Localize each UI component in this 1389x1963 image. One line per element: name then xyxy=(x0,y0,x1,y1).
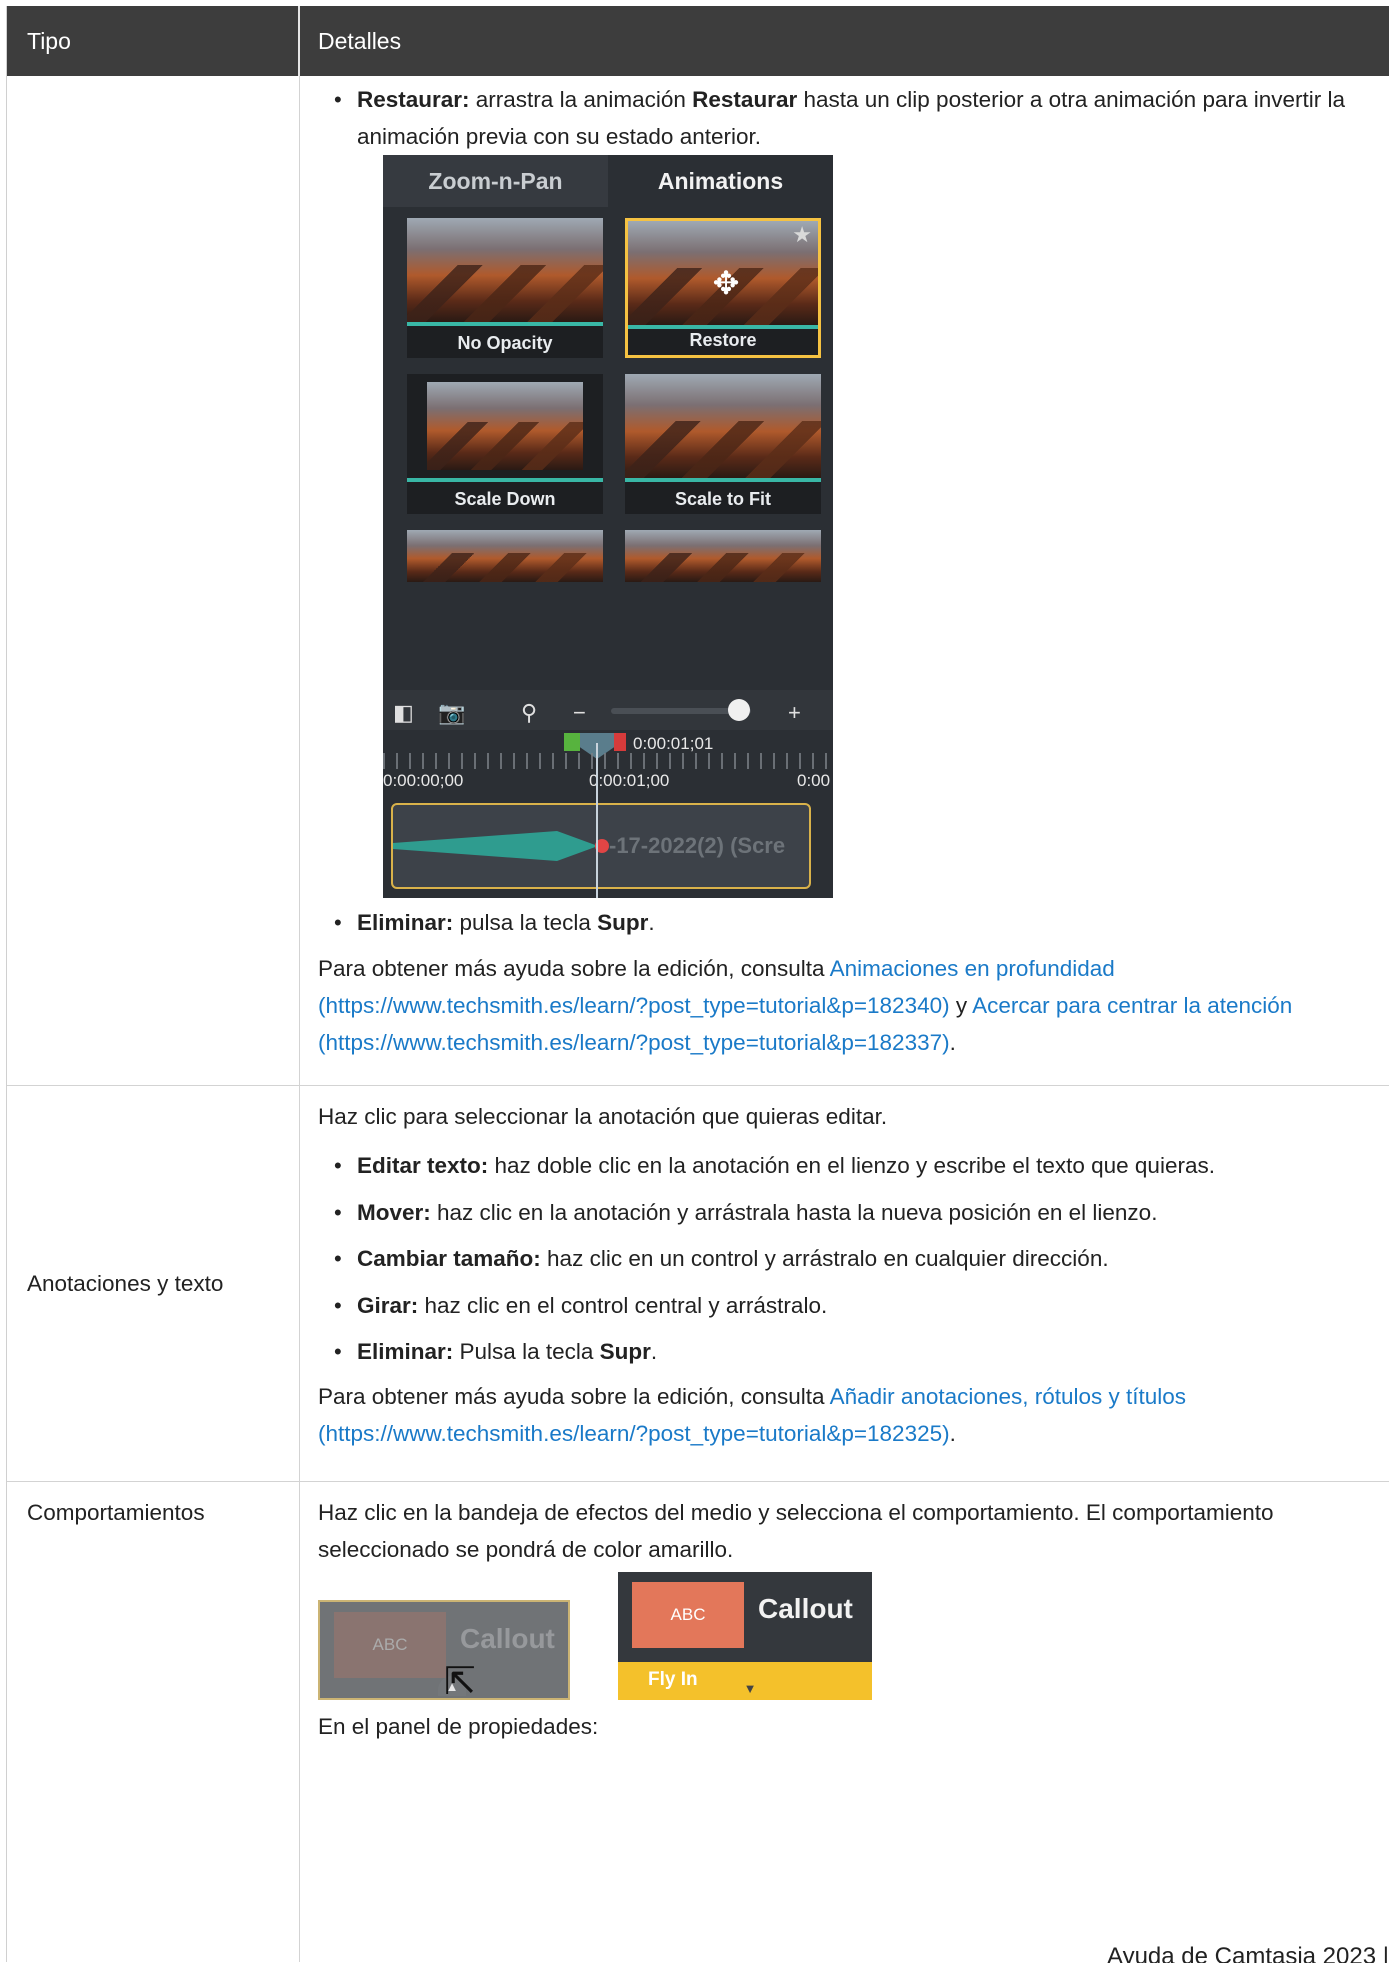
props-text: En el panel de propiedades: xyxy=(318,1714,599,1739)
in-marker xyxy=(564,733,580,751)
list-item: Mover: haz clic en la anotación y arrást… xyxy=(334,1190,1371,1237)
timecode-mid: 0:00:01;00 xyxy=(589,771,670,790)
chevron-down-icon: ▼ xyxy=(743,1681,757,1696)
table-row-behaviors: Comportamientos Haz clic en la bandeja d… xyxy=(7,1482,1389,1962)
list-item: Eliminar: Pulsa la tecla Supr. xyxy=(334,1329,1371,1376)
list-item: Restaurar: arrastra la animación Restaur… xyxy=(334,81,1371,155)
details-cell: Haz clic para seleccionar la anotación q… xyxy=(300,1086,1389,1481)
header-tipo: Tipo xyxy=(7,6,300,76)
thumb-no-opacity: No Opacity xyxy=(407,218,603,358)
zoom-icon: ⚲ xyxy=(521,700,538,725)
callout-images: ABC Callout ▲ ⇱ ABC Callout Fly In ▼ xyxy=(318,1572,1371,1702)
page-footer: Ayuda de Camtasia 2023 | 1 xyxy=(1107,1943,1389,1963)
list-item: Eliminar: pulsa la tecla Supr. xyxy=(334,904,1371,941)
header-detalles: Detalles xyxy=(318,27,402,54)
current-timecode: 0:00:01;01 xyxy=(633,734,714,753)
animations-panel-screenshot: Zoom-n-Pan Animations No Opacity ✥ ★ Res… xyxy=(383,155,833,898)
playhead-line xyxy=(596,743,598,898)
type-cell: Anotaciones y texto xyxy=(7,1086,300,1481)
timeline-ruler: 0:00:01;01 0:00:00;00 0:00:01;00 0:00 xyxy=(383,733,833,793)
animation-arrow xyxy=(393,831,598,861)
timeline-toolbar: ◧ 📷 ⚲ − + xyxy=(383,690,833,730)
help-paragraph: Para obtener más ayuda sobre la edición,… xyxy=(318,1383,1187,1446)
timecode-start: 0:00:00;00 xyxy=(383,771,464,790)
out-marker xyxy=(614,733,626,751)
thumb-partial xyxy=(625,530,821,582)
table-row-animations: Restaurar: arrastra la animación Restaur… xyxy=(7,76,1389,1086)
help-paragraph: Para obtener más ayuda sobre la edición,… xyxy=(318,956,1293,1055)
timeline-clip: -17-2022(2) (Scre xyxy=(391,803,811,889)
split-icon: ◧ xyxy=(393,700,414,725)
mountain-image xyxy=(625,374,821,478)
mountain-image xyxy=(407,218,603,322)
bullet-list: Editar texto: haz doble clic en la anota… xyxy=(318,1143,1371,1376)
thumb-scale-down: Scale Down xyxy=(407,374,603,514)
type-cell xyxy=(7,76,300,1085)
tab-animations: Animations xyxy=(608,155,833,207)
timecode-end: 0:00 xyxy=(797,771,831,790)
minus-icon: − xyxy=(573,700,586,725)
list-item: Editar texto: haz doble clic en la anota… xyxy=(334,1143,1371,1190)
thumb-restore: ✥ ★ Restore xyxy=(625,218,821,358)
table-row-annotations: Anotaciones y texto Haz clic para selecc… xyxy=(7,1086,1389,1482)
table-header: Tipo Detalles xyxy=(7,6,1389,76)
intro-text: Haz clic para seleccionar la anotación q… xyxy=(318,1104,888,1129)
callout-selected: ABC Callout Fly In ▼ xyxy=(618,1572,872,1700)
plus-icon: + xyxy=(788,700,801,725)
tab-zoom-n-pan: Zoom-n-Pan xyxy=(383,155,608,207)
bullet-list: Restaurar: arrastra la animación Restaur… xyxy=(318,81,1371,155)
details-cell: Restaurar: arrastra la animación Restaur… xyxy=(300,76,1389,1085)
details-cell: Haz clic en la bandeja de efectos del me… xyxy=(300,1482,1389,1962)
slider-knob xyxy=(728,699,750,721)
panel-tabs: Zoom-n-Pan Animations xyxy=(383,155,833,207)
mountain-image xyxy=(427,382,583,470)
thumb-partial xyxy=(407,530,603,582)
camera-icon: 📷 xyxy=(438,700,466,725)
editing-table: Tipo Detalles Restaurar: arrastra la ani… xyxy=(6,6,1389,1962)
intro-text: Haz clic en la bandeja de efectos del me… xyxy=(318,1500,1274,1562)
list-item: Girar: haz clic en el control central y … xyxy=(334,1283,1371,1330)
move-icon: ✥ xyxy=(712,265,740,301)
list-item: Cambiar tamaño: haz clic en un control y… xyxy=(334,1236,1371,1283)
star-icon: ★ xyxy=(792,222,812,247)
bullet-list: Eliminar: pulsa la tecla Supr. xyxy=(318,904,1371,941)
cursor-icon: ⇱ xyxy=(444,1661,476,1703)
thumb-scale-to-fit: Scale to Fit xyxy=(625,374,821,514)
type-cell: Comportamientos xyxy=(7,1482,300,1962)
